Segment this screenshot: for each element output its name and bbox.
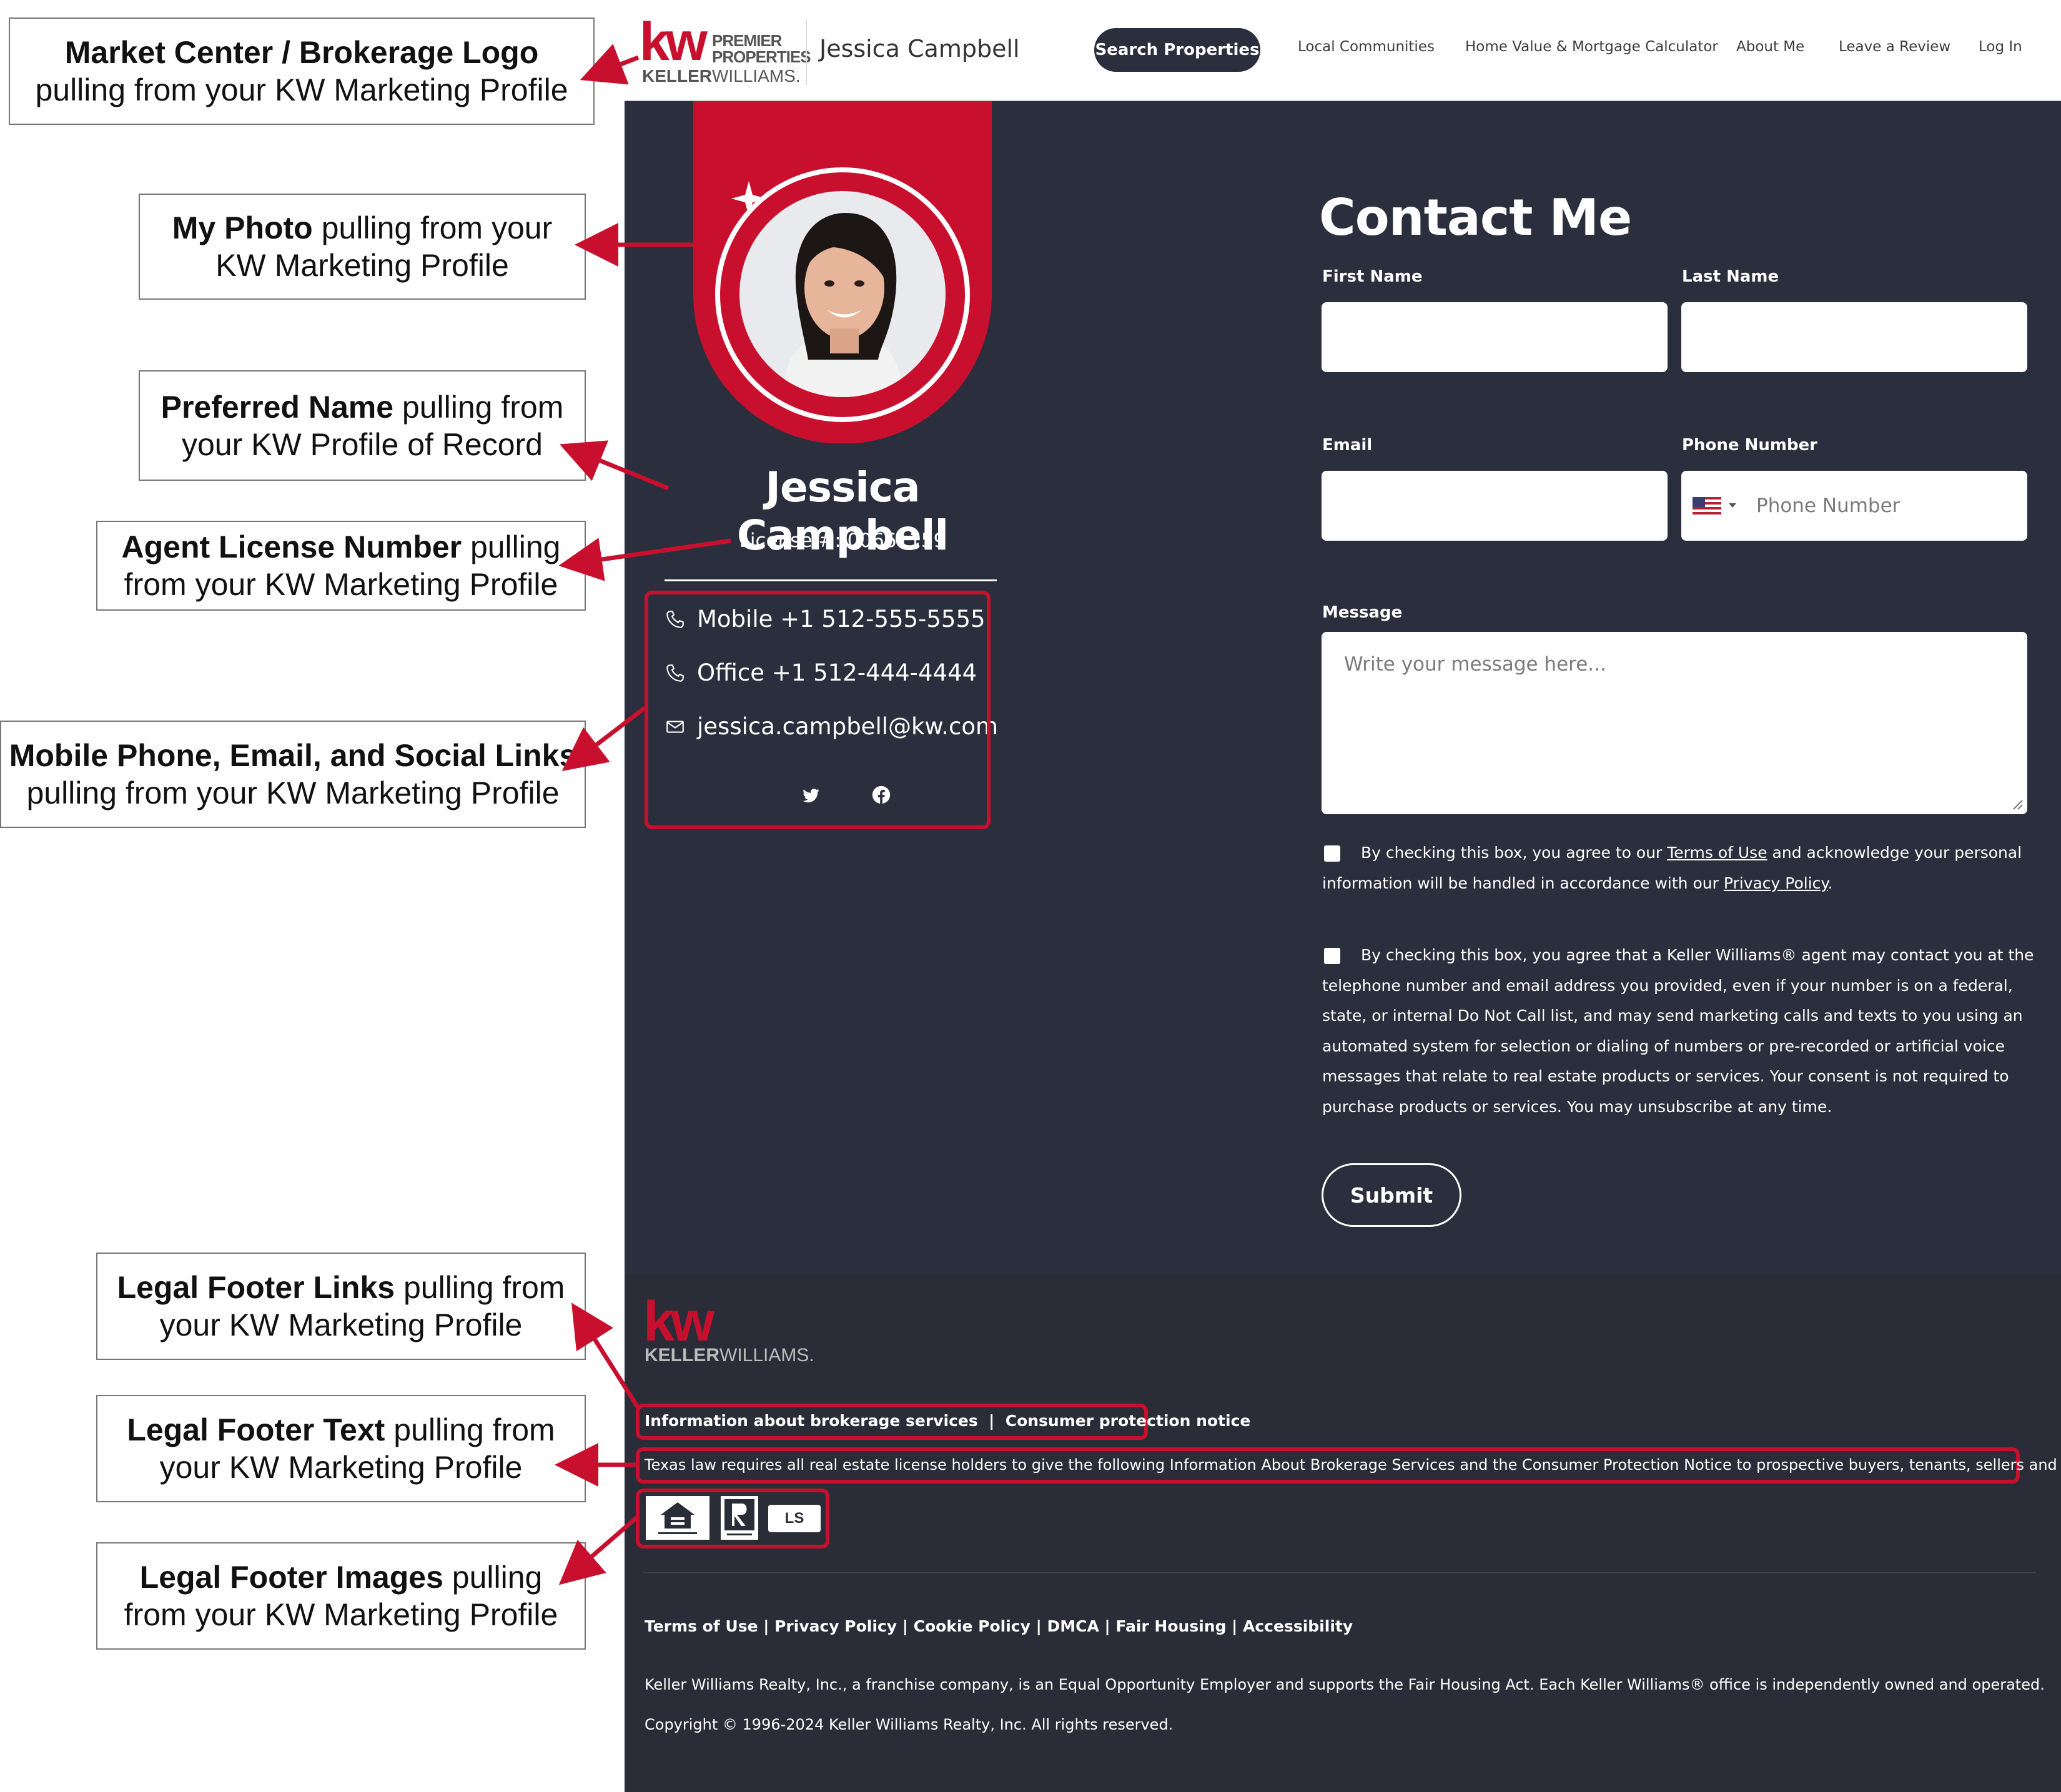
logo-kw-mark: kw (640, 12, 708, 72)
highlight-contact-links (645, 591, 991, 829)
submit-button[interactable]: Submit (1322, 1163, 1461, 1227)
annotation-legal-images: Legal Footer Images pulling from your KW… (96, 1542, 586, 1650)
annotation-text: pulling from (395, 1270, 565, 1305)
annotation-text: KW Marketing Profile (215, 248, 509, 283)
header-divider (806, 19, 807, 85)
legal-links: Information about brokerage services | C… (645, 1412, 1251, 1430)
footer-dmca-link[interactable]: DMCA (1047, 1617, 1099, 1635)
logo-keller-williams: KELLERWILLIAMS. (642, 66, 801, 86)
annotation-text: pulling (462, 529, 561, 564)
nav-home-value-calculator[interactable]: Home Value & Mortgage Calculator (1465, 39, 1718, 55)
agent-photo (739, 191, 946, 397)
annotation-bold: Mobile Phone, Email, and Social Links (9, 738, 577, 773)
annotation-text: from your KW Marketing Profile (124, 1597, 558, 1632)
us-flag-icon[interactable] (1693, 497, 1721, 514)
footer-accessibility-link[interactable]: Accessibility (1243, 1617, 1353, 1635)
annotation-text: your KW Marketing Profile (159, 1307, 523, 1342)
nav-leave-review[interactable]: Leave a Review (1839, 39, 1950, 55)
brokerage-services-link[interactable]: Information about brokerage services (645, 1412, 978, 1430)
annotation-preferred-name: Preferred Name pulling from your KW Prof… (139, 370, 586, 481)
annotation-bold: Market Center / Brokerage Logo (64, 35, 539, 70)
search-properties-button[interactable]: Search Properties (1094, 28, 1260, 72)
first-name-label: First Name (1322, 267, 1423, 286)
first-name-input[interactable] (1322, 302, 1668, 372)
contact-consent-text: By checking this box, you agree that a K… (1322, 946, 2034, 1116)
annotation-logo: Market Center / Brokerage Logo pulling f… (9, 17, 595, 125)
annotation-text: your KW Marketing Profile (159, 1450, 523, 1485)
footer-logo[interactable]: kw KELLERWILLIAMS. (643, 1291, 814, 1367)
brokerage-logo[interactable]: kw PREMIER PROPERTIES KELLERWILLIAMS. (640, 12, 811, 87)
profile-card (693, 101, 992, 444)
annotation-bold: Preferred Name (161, 389, 394, 425)
profile-divider (665, 579, 997, 581)
license-number: License #: 00661159 (739, 529, 946, 552)
annotation-legal-links: Legal Footer Links pulling from your KW … (96, 1253, 586, 1360)
nav-about-me[interactable]: About Me (1736, 39, 1804, 55)
annotation-bold: My Photo (172, 210, 313, 245)
message-label: Message (1322, 603, 1403, 622)
annotation-bold: Legal Footer Text (127, 1412, 385, 1447)
annotation-text: from your KW Marketing Profile (124, 567, 558, 602)
annotation-text: pulling from your KW Marketing Profile (35, 72, 568, 107)
email-input[interactable] (1322, 471, 1668, 541)
mls-icon-text: LS (784, 1510, 804, 1527)
mls-icon: LS (768, 1505, 821, 1532)
logo-properties: PROPERTIES (712, 47, 811, 66)
terms-consent-text: By checking this box, you agree to our T… (1322, 844, 2022, 892)
footer-privacy-link[interactable]: Privacy Policy (774, 1617, 897, 1635)
header-agent-name[interactable]: Jessica Campbell (819, 35, 1020, 62)
last-name-input[interactable] (1681, 302, 2027, 372)
message-placeholder: Write your message here... (1344, 653, 1606, 676)
nav-local-communities[interactable]: Local Communities (1298, 39, 1435, 55)
footer-copyright: Copyright © 1996-2024 Keller Williams Re… (645, 1716, 1174, 1733)
phone-input[interactable]: Phone Number (1681, 471, 2027, 541)
annotation-text: pulling from your (312, 210, 553, 245)
privacy-policy-link[interactable]: Privacy Policy (1724, 874, 1828, 892)
terms-of-use-link[interactable]: Terms of Use (1667, 844, 1767, 862)
legal-text: Texas law requires all real estate licen… (645, 1456, 2061, 1474)
annotation-bold: Legal Footer Images (139, 1560, 443, 1595)
equal-housing-icon (646, 1496, 709, 1540)
annotation-text: pulling from (385, 1412, 555, 1447)
website: kw PREMIER PROPERTIES KELLERWILLIAMS. Je… (625, 0, 2061, 1792)
annotation-photo: My Photo pulling from your KW Marketing … (139, 194, 586, 300)
annotation-contact-links: Mobile Phone, Email, and Social Links pu… (0, 721, 586, 828)
phone-label: Phone Number (1682, 436, 1818, 455)
footer-cookie-link[interactable]: Cookie Policy (914, 1617, 1030, 1635)
annotation-license: Agent License Number pulling from your K… (96, 521, 586, 611)
footer-divider (643, 1572, 2036, 1573)
email-label: Email (1322, 436, 1373, 455)
last-name-label: Last Name (1682, 267, 1779, 286)
annotation-text: pulling (443, 1560, 543, 1595)
annotation-text: your KW Profile of Record (182, 426, 543, 462)
nav-log-in[interactable]: Log In (1979, 39, 2022, 55)
contact-form-title: Contact Me (1319, 189, 1632, 247)
footer-links: Terms of Use | Privacy Policy | Cookie P… (645, 1617, 1353, 1635)
resize-handle-icon[interactable] (2010, 797, 2024, 810)
annotation-legal-text: Legal Footer Text pulling from your KW M… (96, 1395, 586, 1502)
annotation-bold: Legal Footer Links (117, 1270, 395, 1305)
site-header: kw PREMIER PROPERTIES KELLERWILLIAMS. Je… (625, 0, 2061, 101)
footer-fair-housing-link[interactable]: Fair Housing (1115, 1617, 1226, 1635)
site-footer: kw KELLERWILLIAMS. Information about bro… (625, 1274, 2061, 1792)
message-textarea[interactable]: Write your message here... (1322, 632, 2027, 814)
phone-placeholder: Phone Number (1756, 495, 1900, 517)
chevron-down-icon[interactable] (1729, 503, 1736, 508)
footer-statement: Keller Williams Realty, Inc., a franchis… (645, 1676, 2045, 1693)
annotation-text: pulling from your KW Marketing Profile (26, 775, 560, 810)
annotation-bold: Agent License Number (121, 529, 462, 564)
realtor-icon (721, 1496, 758, 1540)
annotation-text: pulling from (393, 389, 564, 425)
footer-logo-keller-williams: KELLERWILLIAMS. (645, 1345, 814, 1366)
consumer-protection-link[interactable]: Consumer protection notice (1006, 1412, 1251, 1430)
footer-terms-link[interactable]: Terms of Use (645, 1617, 758, 1635)
